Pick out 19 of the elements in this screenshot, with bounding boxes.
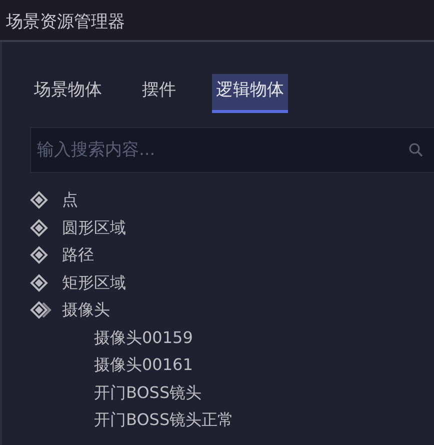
tab[interactable]: 逻辑物体 xyxy=(212,74,288,112)
tree-item[interactable]: 开门BOSS镜头 xyxy=(94,384,202,401)
tree-item[interactable]: 圆形区域 xyxy=(62,220,126,236)
diamond-icon[interactable] xyxy=(30,218,50,237)
tab[interactable]: 摆件 xyxy=(138,74,180,112)
tree-item[interactable]: 摄像头 xyxy=(62,302,110,318)
tree-item[interactable]: 摄像头00161 xyxy=(94,357,193,374)
diamond-icon[interactable] xyxy=(30,246,50,264)
diamond-icon[interactable] xyxy=(30,191,50,210)
window-title: 场景资源管理器 xyxy=(0,0,434,42)
tree-item[interactable]: 开门BOSS镜头正常 xyxy=(94,412,234,428)
tree-item[interactable]: 路径 xyxy=(62,247,94,264)
tree-item[interactable]: 点 xyxy=(62,192,78,208)
tree-item[interactable]: 矩形区域 xyxy=(62,274,126,291)
diamond-icon[interactable] xyxy=(30,274,50,292)
tab[interactable]: 场景物体 xyxy=(30,74,106,112)
search-icon[interactable] xyxy=(408,142,424,158)
tree-item[interactable]: 摄像头00159 xyxy=(94,330,193,346)
search-field[interactable]: 输入搜索内容... xyxy=(30,126,434,172)
